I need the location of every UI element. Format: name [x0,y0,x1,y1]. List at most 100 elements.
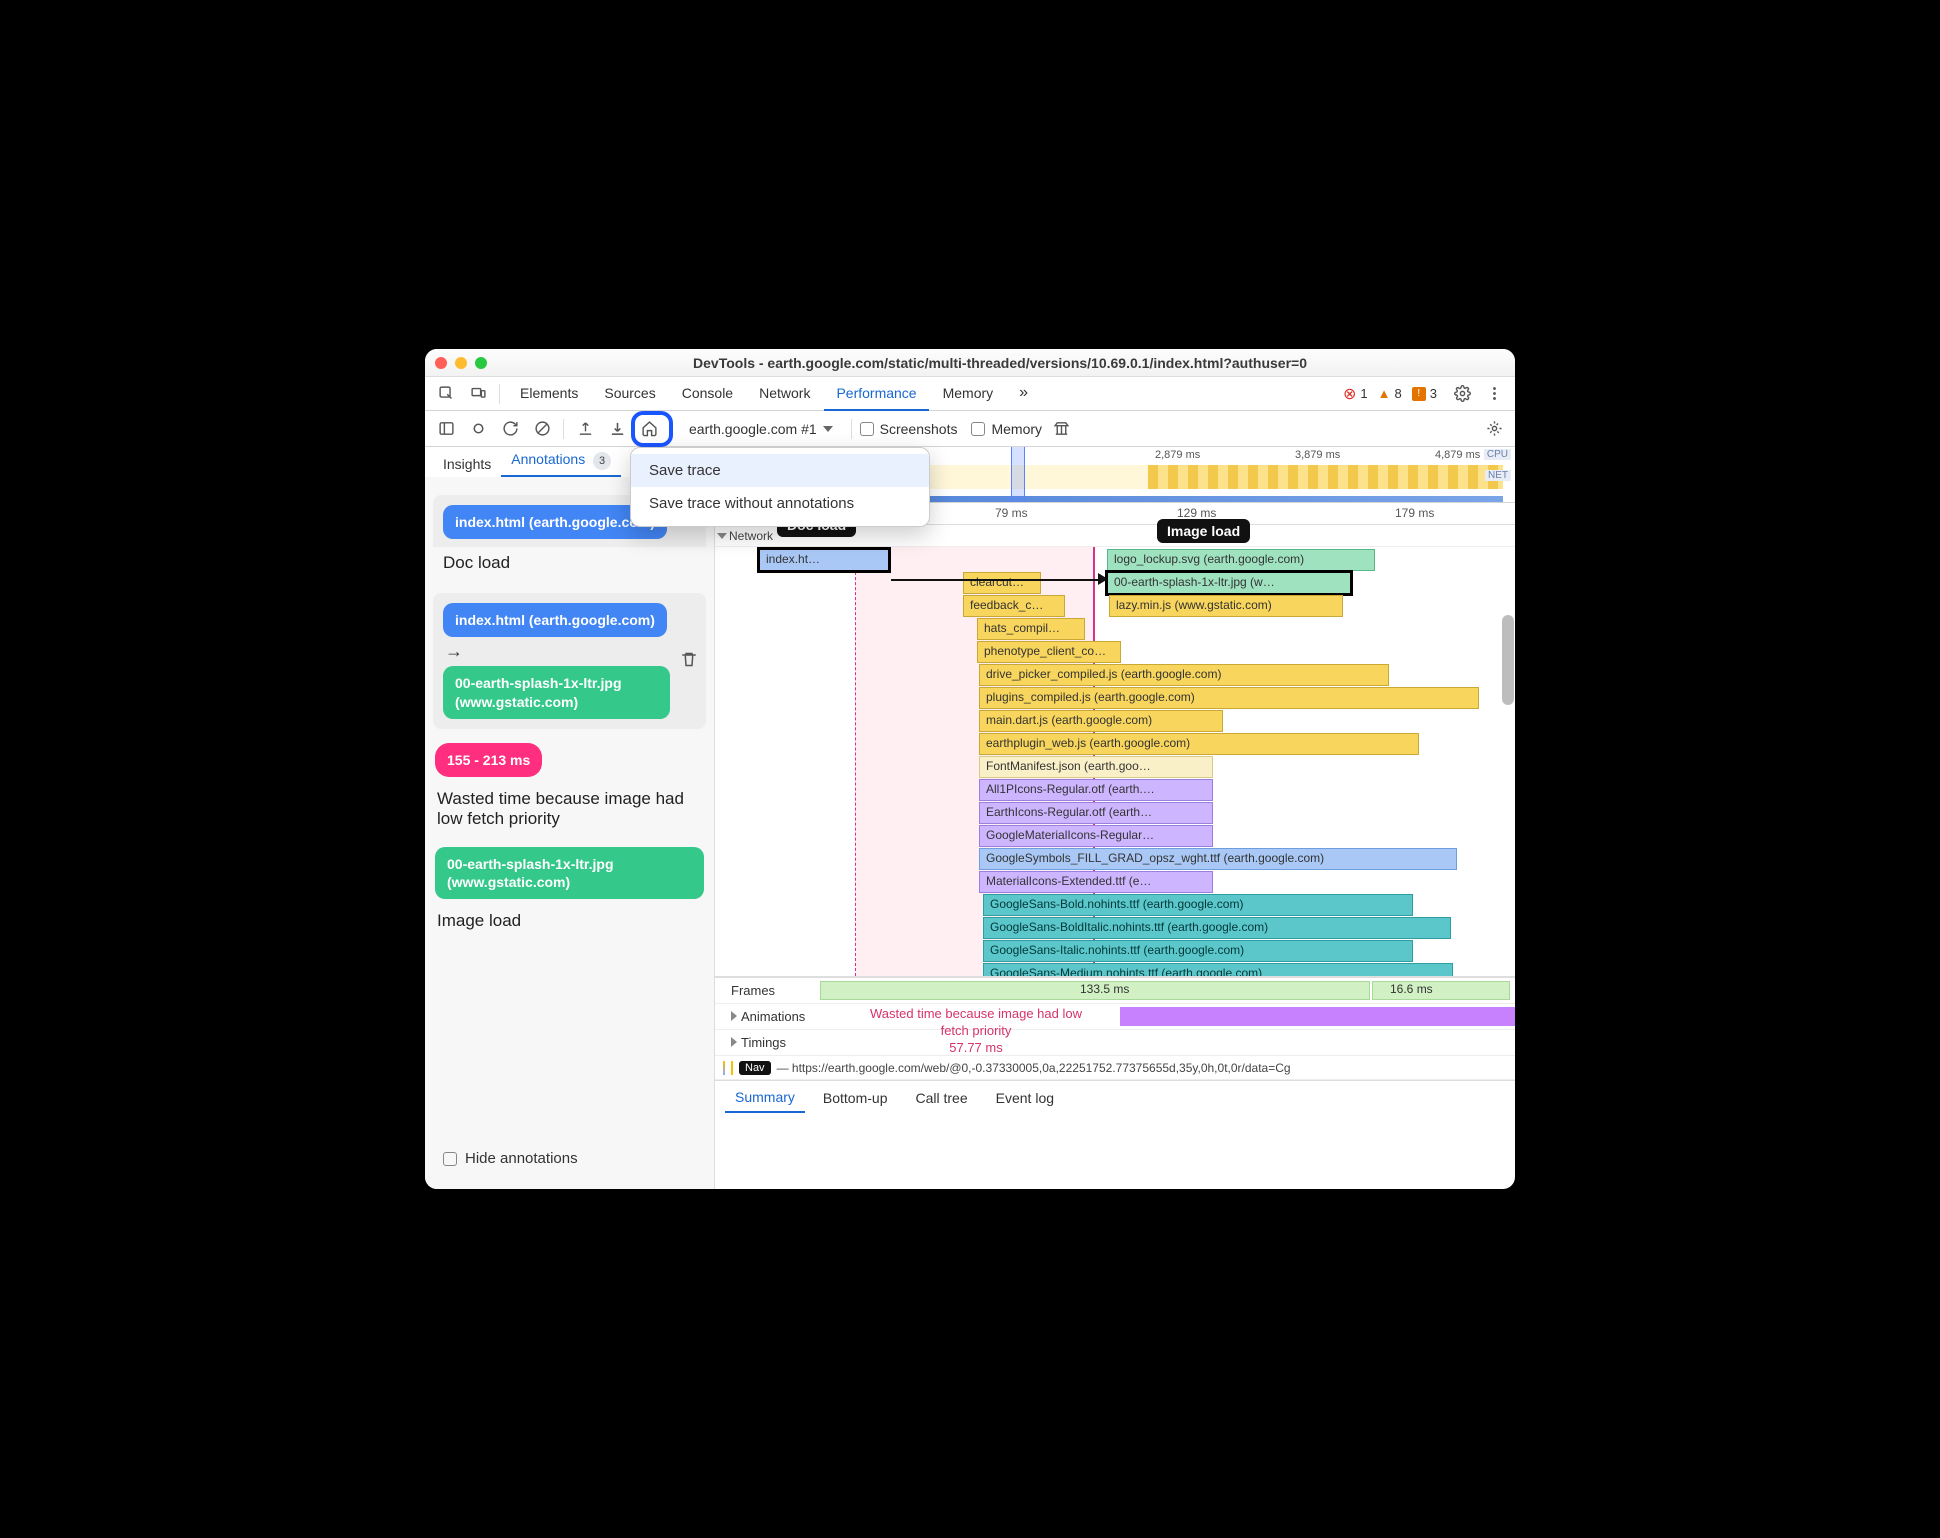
network-bar[interactable]: drive_picker_compiled.js (earth.google.c… [979,664,1389,686]
cpu-label: CPU [1484,449,1511,460]
hide-annotations-toggle[interactable]: Hide annotations [433,1140,706,1177]
annotations-count: 3 [593,452,611,470]
upload-icon[interactable] [572,416,598,442]
network-bar[interactable]: GoogleSans-BoldItalic.nohints.ttf (earth… [983,917,1451,939]
network-bar[interactable]: All1PIcons-Regular.otf (earth.… [979,779,1213,801]
inspect-icon[interactable] [433,381,459,407]
trace-selector[interactable]: earth.google.com #1 [679,417,843,441]
overview-selection[interactable] [1011,447,1025,502]
subtab-insights[interactable]: Insights [433,451,501,477]
annotation-caption: Doc load [433,547,706,579]
maximize-window-icon[interactable] [475,357,487,369]
nav-pill: Nav [739,1061,771,1075]
clear-icon[interactable] [529,416,555,442]
network-bar[interactable]: earthplugin_web.js (earth.google.com) [979,733,1419,755]
hide-annotations-label: Hide annotations [465,1150,578,1167]
timings-track[interactable]: Timings [715,1030,1515,1056]
chip-time-range: 155 - 213 ms [435,743,542,777]
frames-track[interactable]: Frames 133.5 ms 16.6 ms [715,978,1515,1004]
device-icon[interactable] [465,381,491,407]
more-icon[interactable] [1481,381,1507,407]
disclosure-icon[interactable] [717,533,727,539]
network-bar[interactable]: EarthIcons-Regular.otf (earth… [979,802,1213,824]
network-bar[interactable]: hats_compil… [977,618,1085,640]
pink-annotation-ms: 57.77 ms [949,1040,1002,1055]
animations-track[interactable]: Animations [715,1004,1515,1030]
disclosure-icon[interactable] [731,1037,737,1047]
pink-annotation-text: Wasted time because image had low fetch … [863,1006,1089,1057]
annotation-card-wasted[interactable]: 155 - 213 ms Wasted time because image h… [433,743,706,833]
animation-bar[interactable] [1120,1007,1515,1026]
network-bar[interactable]: FontManifest.json (earth.goo… [979,756,1213,778]
ov-tick: 3,879 ms [1295,449,1340,461]
tab-memory[interactable]: Memory [931,377,1006,411]
overview-labels: CPU NET [1484,449,1511,481]
settings-icon[interactable] [1449,381,1475,407]
download-icon[interactable] [604,416,630,442]
nav-marker-icon [723,1061,725,1075]
minimize-window-icon[interactable] [455,357,467,369]
screenshots-checkbox[interactable] [860,422,874,436]
network-bar[interactable]: GoogleSymbols_FILL_GRAD_opsz_wght.ttf (e… [979,848,1457,870]
error-icon: ⊗ [1343,384,1356,404]
network-bar[interactable]: main.dart.js (earth.google.com) [979,710,1223,732]
perf-main: 2,879 ms 3,879 ms 4,879 ms 5,8 CPU NET 7… [715,447,1515,1189]
record-icon[interactable] [465,416,491,442]
memory-checkbox[interactable] [971,422,985,436]
annotation-card-image-load[interactable]: 00-earth-splash-1x-ltr.jpg (www.gstatic.… [433,847,706,935]
hide-annotations-checkbox[interactable] [443,1152,457,1166]
chip-target: 00-earth-splash-1x-ltr.jpg (www.gstatic.… [443,666,670,718]
subtab-annotations[interactable]: Annotations 3 [501,447,621,477]
home-icon[interactable] [636,416,662,442]
network-bar[interactable]: clearcut… [963,572,1041,594]
network-bar[interactable]: phenotype_client_compiled… [977,641,1121,663]
tab-network[interactable]: Network [747,377,822,411]
console-status[interactable]: ⊗1 ▲8 !3 [1343,384,1437,404]
window-title: DevTools - earth.google.com/static/multi… [495,355,1505,371]
dock-icon[interactable] [433,416,459,442]
annotations-sidebar: Insights Annotations 3 index.html (earth… [425,447,715,1189]
reload-record-icon[interactable] [497,416,523,442]
ruler-tick: 179 ms [1395,506,1434,520]
scrollbar[interactable] [1502,615,1514,705]
menu-save-trace[interactable]: Save trace [631,454,929,487]
network-bar[interactable]: index.ht… [759,549,889,571]
btab-call-tree[interactable]: Call tree [906,1084,978,1112]
nav-marker-icon [731,1061,733,1075]
close-window-icon[interactable] [435,357,447,369]
network-bar[interactable]: GoogleSans-Medium.nohints.ttf (earth.goo… [983,963,1453,977]
flame-chart[interactable]: index.ht… logo_lockup.svg (earth.google.c… [715,547,1515,977]
delete-annotation-icon[interactable] [680,650,698,671]
traffic-lights [435,357,487,369]
tab-console[interactable]: Console [670,377,745,411]
menu-save-trace-no-annotations[interactable]: Save trace without annotations [631,487,929,520]
chip-image: 00-earth-splash-1x-ltr.jpg (www.gstatic.… [435,847,704,899]
network-section-header[interactable]: Network Doc load Image load [715,525,1515,547]
annotation-card-link[interactable]: index.html (earth.google.com) → 00-earth… [433,593,706,729]
nav-row[interactable]: Nav — https://earth.google.com/web/@0,-0… [715,1056,1515,1080]
tab-elements[interactable]: Elements [508,377,590,411]
tracks: Wasted time because image had low fetch … [715,977,1515,1080]
network-bar[interactable]: 00-earth-splash-1x-ltr.jpg (w… [1107,572,1351,594]
content-area: Insights Annotations 3 index.html (earth… [425,447,1515,1189]
devtools-window: DevTools - earth.google.com/static/multi… [425,349,1515,1189]
network-bar[interactable]: GoogleSans-Bold.nohints.ttf (earth.googl… [983,894,1413,916]
disclosure-icon[interactable] [731,1011,737,1021]
network-bar[interactable]: GoogleSans-Italic.nohints.ttf (earth.goo… [983,940,1413,962]
btab-summary[interactable]: Summary [725,1083,805,1113]
network-bar[interactable]: logo_lockup.svg (earth.google.com) [1107,549,1375,571]
tab-sources[interactable]: Sources [592,377,667,411]
tabs-overflow[interactable]: » [1007,376,1040,412]
garbage-collect-icon[interactable] [1048,416,1074,442]
perf-settings-icon[interactable] [1481,416,1507,442]
tab-performance[interactable]: Performance [824,377,928,411]
image-load-annotation[interactable]: Image load [1157,519,1250,543]
network-bar[interactable]: GoogleMaterialIcons-Regular… [979,825,1213,847]
btab-bottom-up[interactable]: Bottom-up [813,1084,898,1112]
network-bar[interactable]: MaterialIcons-Extended.ttf (e… [979,871,1213,893]
network-bar[interactable]: plugins_compiled.js (earth.google.com) [979,687,1479,709]
network-bar[interactable]: feedback_c… [963,595,1065,617]
network-bar[interactable]: lazy.min.js (www.gstatic.com) [1109,595,1343,617]
btab-event-log[interactable]: Event log [986,1084,1064,1112]
warning-count: 8 [1395,386,1402,401]
